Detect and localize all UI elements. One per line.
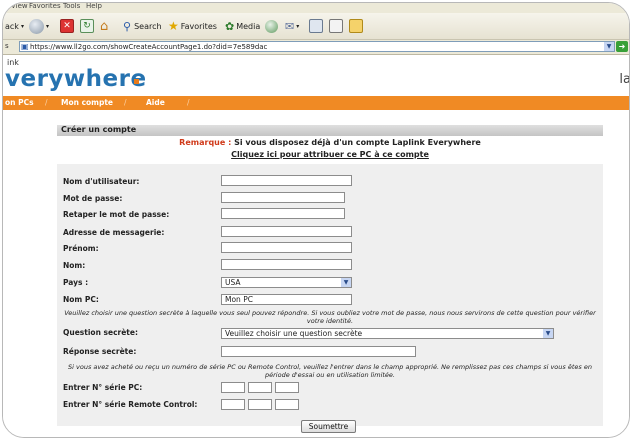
- chevron-down-icon[interactable]: ▼: [341, 278, 351, 287]
- pc-name-field[interactable]: Mon PC: [221, 294, 352, 305]
- media-button[interactable]: ✿ Media: [225, 18, 260, 34]
- chevron-down-icon: ▾: [296, 22, 300, 30]
- favorites-label: Favorites: [180, 21, 217, 31]
- lastname-field[interactable]: [221, 259, 352, 270]
- mail-icon: ✉: [285, 19, 295, 33]
- submit-button[interactable]: Soumettre: [301, 420, 356, 433]
- pc-serial-label: Entrer N° série PC:: [63, 383, 143, 392]
- discuss-button[interactable]: [349, 18, 363, 34]
- folder-icon: [349, 19, 363, 33]
- remark-text: Si vous disposez déjà d'un compte Laplin…: [231, 138, 481, 147]
- browser-toolbar: ack ▾ ▾ ✕ ↻ ⌂ ⚲ Search ★ Favorites ✿ Med…: [3, 13, 629, 40]
- secret-question-note: Veuillez choisir une question secrète à …: [64, 309, 596, 325]
- page-icon: ▣: [21, 42, 29, 51]
- back-button[interactable]: ack ▾: [5, 18, 24, 34]
- country-label: Pays :: [63, 278, 89, 287]
- refresh-button[interactable]: ↻: [80, 18, 94, 34]
- stop-button[interactable]: ✕: [60, 18, 74, 34]
- secret-question-value: Veuillez choisir une question secrète: [225, 329, 363, 338]
- rc-serial-field-2[interactable]: [248, 399, 272, 410]
- rc-serial-label: Entrer N° série Remote Control:: [63, 400, 198, 409]
- address-label: s: [5, 42, 9, 50]
- print-button[interactable]: [309, 18, 323, 34]
- address-field[interactable]: ▣ https://www.ll2go.com/showCreateAccoun…: [19, 41, 615, 52]
- browser-window: View Favorites Tools Help ack ▾ ▾ ✕ ↻ ⌂ …: [2, 2, 630, 438]
- section-title: Créer un compte: [61, 125, 137, 134]
- claim-pc-link[interactable]: Cliquez ici pour attribuer ce PC à ce co…: [57, 150, 603, 159]
- secret-question-label: Question secrète:: [63, 328, 138, 337]
- rc-serial-field-3[interactable]: [275, 399, 299, 410]
- star-icon: ★: [168, 19, 179, 33]
- email-field[interactable]: [221, 226, 352, 237]
- username-label: Nom d'utilisateur:: [63, 177, 140, 186]
- menu-bar: View Favorites Tools Help: [3, 3, 629, 13]
- search-label: Search: [134, 21, 162, 31]
- nav-item-pcs[interactable]: on PCs: [5, 98, 34, 107]
- search-button[interactable]: ⚲ Search: [123, 18, 162, 34]
- favorites-button[interactable]: ★ Favorites: [168, 18, 217, 34]
- remark-label: Remarque :: [179, 138, 232, 147]
- nav-separator: /: [124, 98, 127, 107]
- nav-separator: /: [45, 98, 48, 107]
- chevron-down-icon[interactable]: ▼: [604, 42, 614, 51]
- back-label: ack: [5, 21, 19, 31]
- pc-name-label: Nom PC:: [63, 295, 99, 304]
- pc-serial-field-2[interactable]: [248, 382, 272, 393]
- history-button[interactable]: [265, 18, 278, 34]
- nav-separator: /: [187, 98, 190, 107]
- pc-serial-field-3[interactable]: [275, 382, 299, 393]
- forward-icon: [29, 18, 44, 34]
- site-nav: on PCs / Mon compte / Aide /: [3, 96, 629, 110]
- country-value: USA: [225, 278, 241, 287]
- lastname-label: Nom:: [63, 261, 86, 270]
- brand-logo[interactable]: verywhere: [5, 66, 147, 92]
- forward-button[interactable]: ▾: [29, 18, 49, 34]
- username-field[interactable]: [221, 175, 352, 186]
- password-confirm-field[interactable]: [221, 208, 345, 219]
- menu-help[interactable]: Help: [86, 3, 102, 10]
- history-icon: [265, 19, 278, 33]
- nav-item-help[interactable]: Aide: [146, 98, 165, 107]
- firstname-label: Prénom:: [63, 244, 99, 253]
- refresh-icon: ↻: [80, 19, 94, 33]
- chevron-down-icon: ▾: [20, 22, 24, 30]
- password-field[interactable]: [221, 192, 345, 203]
- media-icon: ✿: [225, 19, 235, 33]
- edit-icon: [329, 19, 343, 33]
- remark-line: Remarque : Si vous disposez déjà d'un co…: [57, 138, 603, 147]
- print-icon: [309, 19, 323, 33]
- media-label: Media: [236, 21, 261, 31]
- edit-button[interactable]: [329, 18, 343, 34]
- secret-answer-label: Réponse secrète:: [63, 347, 137, 356]
- serial-note: Si vous avez acheté ou reçu un numéro de…: [68, 363, 592, 379]
- site-header: ink verywhere la: [3, 56, 629, 96]
- pc-serial-field-1[interactable]: [221, 382, 245, 393]
- rc-serial-field-1[interactable]: [221, 399, 245, 410]
- email-label: Adresse de messagerie:: [63, 228, 165, 237]
- firstname-field[interactable]: [221, 242, 352, 253]
- address-bar: s ▣ https://www.ll2go.com/showCreateAcco…: [3, 40, 629, 55]
- menu-favorites[interactable]: Favorites: [29, 3, 61, 10]
- home-button[interactable]: ⌂: [100, 18, 108, 34]
- go-button[interactable]: ➜: [616, 41, 628, 52]
- section-title-bar: Créer un compte: [57, 125, 603, 136]
- search-icon: ⚲: [123, 19, 132, 33]
- secret-question-select[interactable]: Veuillez choisir une question secrète ▼: [221, 328, 554, 339]
- nav-item-account[interactable]: Mon compte: [61, 98, 113, 107]
- password-label: Mot de passe:: [63, 194, 123, 203]
- country-select[interactable]: USA ▼: [221, 277, 352, 288]
- mail-button[interactable]: ✉ ▾: [285, 18, 299, 34]
- chevron-down-icon: ▾: [46, 22, 50, 30]
- home-icon: ⌂: [100, 18, 109, 34]
- page-content: Créer un compte Remarque : Si vous dispo…: [3, 110, 629, 437]
- menu-view[interactable]: View: [11, 3, 28, 10]
- menu-tools[interactable]: Tools: [63, 3, 80, 10]
- secret-answer-field[interactable]: [221, 346, 416, 357]
- brand-right: la: [619, 72, 630, 87]
- logo-dot: [134, 79, 139, 84]
- address-url: https://www.ll2go.com/showCreateAccountP…: [30, 43, 268, 51]
- password-confirm-label: Retaper le mot de passe:: [63, 210, 170, 219]
- chevron-down-icon[interactable]: ▼: [543, 329, 553, 338]
- stop-icon: ✕: [60, 19, 74, 33]
